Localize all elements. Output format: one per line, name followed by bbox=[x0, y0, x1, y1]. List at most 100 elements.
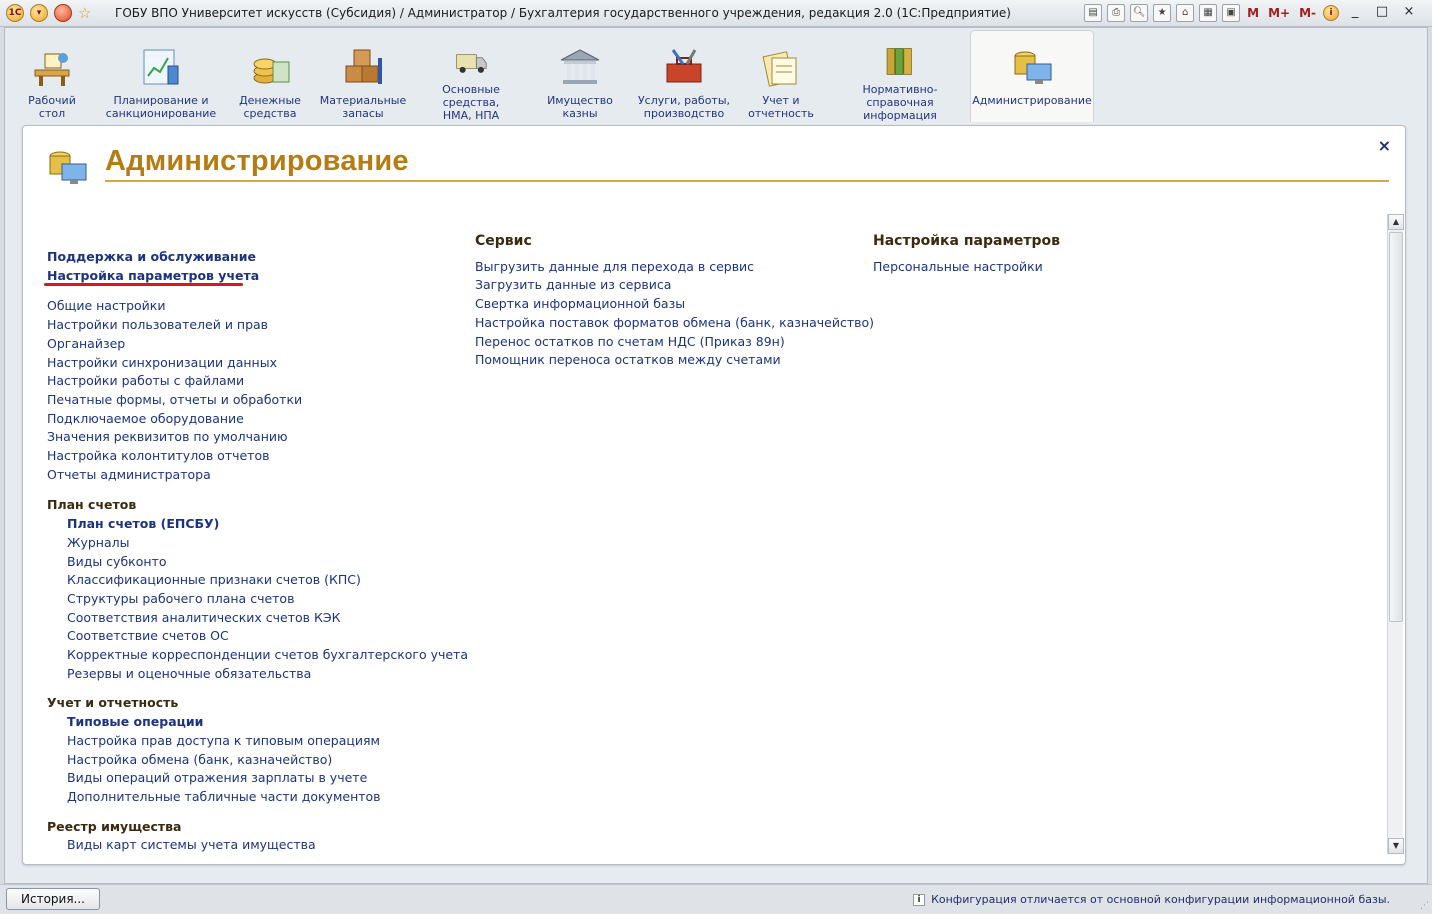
app-logo-icon[interactable]: 1С bbox=[6, 4, 24, 22]
link-exchange-settings[interactable]: Настройка обмена (банк, казначейство) bbox=[47, 751, 468, 770]
link-card-types[interactable]: Виды карт системы учета имущества bbox=[47, 836, 468, 855]
section-treasury[interactable]: Имущество казны bbox=[524, 30, 636, 122]
boxes-icon bbox=[345, 49, 382, 84]
close-icon[interactable]: × bbox=[1378, 136, 1391, 155]
bookmark-icon[interactable]: ⌂ bbox=[1176, 4, 1195, 22]
link-report-headers[interactable]: Настройка колонтитулов отчетов bbox=[47, 447, 468, 466]
preview-icon[interactable]: 🔍︎ bbox=[1130, 4, 1149, 22]
truck-icon bbox=[456, 54, 487, 73]
info-icon[interactable]: i bbox=[1323, 5, 1339, 21]
section-label: Рабочий стол bbox=[28, 94, 76, 120]
scroll-down-icon[interactable]: ▼ bbox=[1388, 838, 1404, 854]
link-vat-transfer[interactable]: Перенос остатков по счетам НДС (Приказ 8… bbox=[475, 333, 874, 352]
link-kps[interactable]: Классификационные признаки счетов (КПС) bbox=[47, 571, 468, 590]
link-journals[interactable]: Журналы bbox=[47, 534, 468, 553]
section-label: Денежные средства bbox=[239, 94, 301, 120]
link-salary-operations[interactable]: Виды операций отражения зарплаты в учете bbox=[47, 769, 468, 788]
column-1: Поддержка и обслуживание Настройка парам… bbox=[47, 248, 468, 855]
group-registry: Реестр имущества bbox=[47, 818, 182, 834]
section-desktop[interactable]: Рабочий стол bbox=[14, 30, 90, 122]
save-icon[interactable]: ▤ bbox=[1084, 4, 1103, 22]
status-text: Конфигурация отличается от основной конф… bbox=[931, 893, 1390, 906]
minimize-button[interactable]: _ bbox=[1344, 4, 1366, 22]
add-favorite-icon[interactable]: ★ bbox=[1153, 4, 1172, 22]
link-organizer[interactable]: Органайзер bbox=[47, 335, 468, 354]
section-label: Администрирование bbox=[972, 94, 1092, 107]
column-3: Настройка параметров Персональные настро… bbox=[873, 232, 1060, 276]
status-message: i Конфигурация отличается от основной ко… bbox=[913, 893, 1390, 906]
section-label: Имущество казны bbox=[547, 94, 613, 120]
section-services[interactable]: Услуги, работы, производство bbox=[636, 30, 732, 122]
page-title: Администрирование bbox=[105, 145, 409, 177]
link-chart-epsbu[interactable]: План счетов (ЕПСБУ) bbox=[47, 515, 468, 534]
link-plan-structures[interactable]: Структуры рабочего плана счетов bbox=[47, 590, 468, 609]
link-print-forms[interactable]: Печатные формы, отчеты и обработки bbox=[47, 391, 468, 410]
memory-minus-button[interactable]: M- bbox=[1297, 6, 1318, 20]
heading-service: Сервис bbox=[475, 233, 532, 249]
report-icon bbox=[762, 51, 797, 87]
folders-icon bbox=[886, 48, 912, 75]
section-planning[interactable]: Планирование и санкционирование bbox=[90, 30, 232, 122]
link-personal-settings[interactable]: Персональные настройки bbox=[873, 258, 1060, 277]
calculator-icon[interactable]: ▦ bbox=[1199, 4, 1218, 22]
planning-icon bbox=[143, 49, 179, 85]
link-balance-transfer[interactable]: Помощник переноса остатков между счетами bbox=[475, 351, 874, 370]
section-label: Нормативно-справочная информация bbox=[862, 83, 938, 122]
calendar-icon[interactable]: ▣ bbox=[1222, 4, 1241, 22]
vertical-scrollbar[interactable]: ▲ ▼ bbox=[1387, 214, 1404, 854]
section-reference[interactable]: Нормативно-справочная информация bbox=[830, 30, 970, 122]
favorites-star-icon[interactable]: ☆ bbox=[78, 4, 91, 22]
link-operation-rights[interactable]: Настройка прав доступа к типовым операци… bbox=[47, 732, 468, 751]
link-default-values[interactable]: Значения реквизитов по умолчанию bbox=[47, 428, 468, 447]
memory-plus-button[interactable]: M+ bbox=[1266, 6, 1292, 20]
link-admin-reports[interactable]: Отчеты администратора bbox=[47, 466, 468, 485]
building-icon bbox=[560, 49, 600, 84]
group-accounting: Учет и отчетность bbox=[47, 695, 179, 711]
close-window-button[interactable]: × bbox=[1398, 4, 1420, 22]
link-general-settings[interactable]: Общие настройки bbox=[47, 297, 468, 316]
link-export-service[interactable]: Выгрузить данные для перехода в сервис bbox=[475, 258, 874, 277]
main-menu-button[interactable]: ▾ bbox=[30, 4, 48, 22]
section-fixed-assets[interactable]: Основные средства, НМА, НПА bbox=[418, 30, 524, 122]
link-os-accounts[interactable]: Соответствие счетов ОС bbox=[47, 627, 468, 646]
scroll-thumb[interactable] bbox=[1389, 232, 1403, 622]
resize-grip-icon[interactable]: ⋰ bbox=[1420, 901, 1429, 911]
section-label: Материальные запасы bbox=[319, 94, 407, 120]
print-icon[interactable]: ⎙ bbox=[1107, 4, 1126, 22]
maximize-button[interactable]: □ bbox=[1371, 4, 1393, 22]
link-files-settings[interactable]: Настройки работы с файлами bbox=[47, 372, 468, 391]
link-typical-operations[interactable]: Типовые операции bbox=[47, 713, 468, 732]
link-exchange-formats[interactable]: Настройка поставок форматов обмена (банк… bbox=[475, 314, 874, 333]
link-correspondences[interactable]: Корректные корреспонденции счетов бухгал… bbox=[47, 646, 468, 665]
title-bar: 1С ▾ ☆ ГОБУ ВПО Университет искусств (Су… bbox=[0, 0, 1432, 27]
window-title: ГОБУ ВПО Университет искусств (Субсидия)… bbox=[115, 6, 1011, 20]
page-header: Администрирование bbox=[43, 144, 1389, 184]
link-import-service[interactable]: Загрузить данные из сервиса bbox=[475, 276, 874, 295]
memory-m-button[interactable]: M bbox=[1245, 6, 1261, 20]
section-label: Учет и отчетность bbox=[748, 94, 814, 120]
section-materials[interactable]: Материальные запасы bbox=[308, 30, 418, 122]
scroll-up-icon[interactable]: ▲ bbox=[1388, 214, 1404, 230]
link-reserves[interactable]: Резервы и оценочные обязательства bbox=[47, 665, 468, 684]
heading-parameters: Настройка параметров bbox=[873, 233, 1060, 249]
status-bar: История... i Конфигурация отличается от … bbox=[0, 884, 1432, 914]
toolbox-icon bbox=[666, 49, 702, 83]
section-administration[interactable]: Администрирование bbox=[970, 30, 1094, 122]
link-sync-settings[interactable]: Настройки синхронизации данных bbox=[47, 354, 468, 373]
red-underline-annotation bbox=[44, 283, 243, 286]
section-reporting[interactable]: Учет и отчетность bbox=[732, 30, 830, 122]
stop-icon[interactable] bbox=[54, 4, 72, 22]
link-db-rollup[interactable]: Свертка информационной базы bbox=[475, 295, 874, 314]
sections-panel: Рабочий стол Планирование и санкциониров… bbox=[14, 30, 1094, 122]
link-kek[interactable]: Соответствия аналитических счетов КЭК bbox=[47, 609, 468, 628]
admin-icon bbox=[49, 151, 87, 184]
history-button[interactable]: История... bbox=[6, 888, 100, 910]
info-icon: i bbox=[913, 893, 926, 906]
link-users-settings[interactable]: Настройки пользователей и прав bbox=[47, 316, 468, 335]
link-support[interactable]: Поддержка и обслуживание bbox=[47, 248, 468, 267]
content-panel: Администрирование × Поддержка и обслужив… bbox=[22, 125, 1406, 865]
section-money[interactable]: Денежные средства bbox=[232, 30, 308, 122]
link-extra-tables[interactable]: Дополнительные табличные части документо… bbox=[47, 788, 468, 807]
link-equipment[interactable]: Подключаемое оборудование bbox=[47, 410, 468, 429]
link-subconto-types[interactable]: Виды субконто bbox=[47, 553, 468, 572]
